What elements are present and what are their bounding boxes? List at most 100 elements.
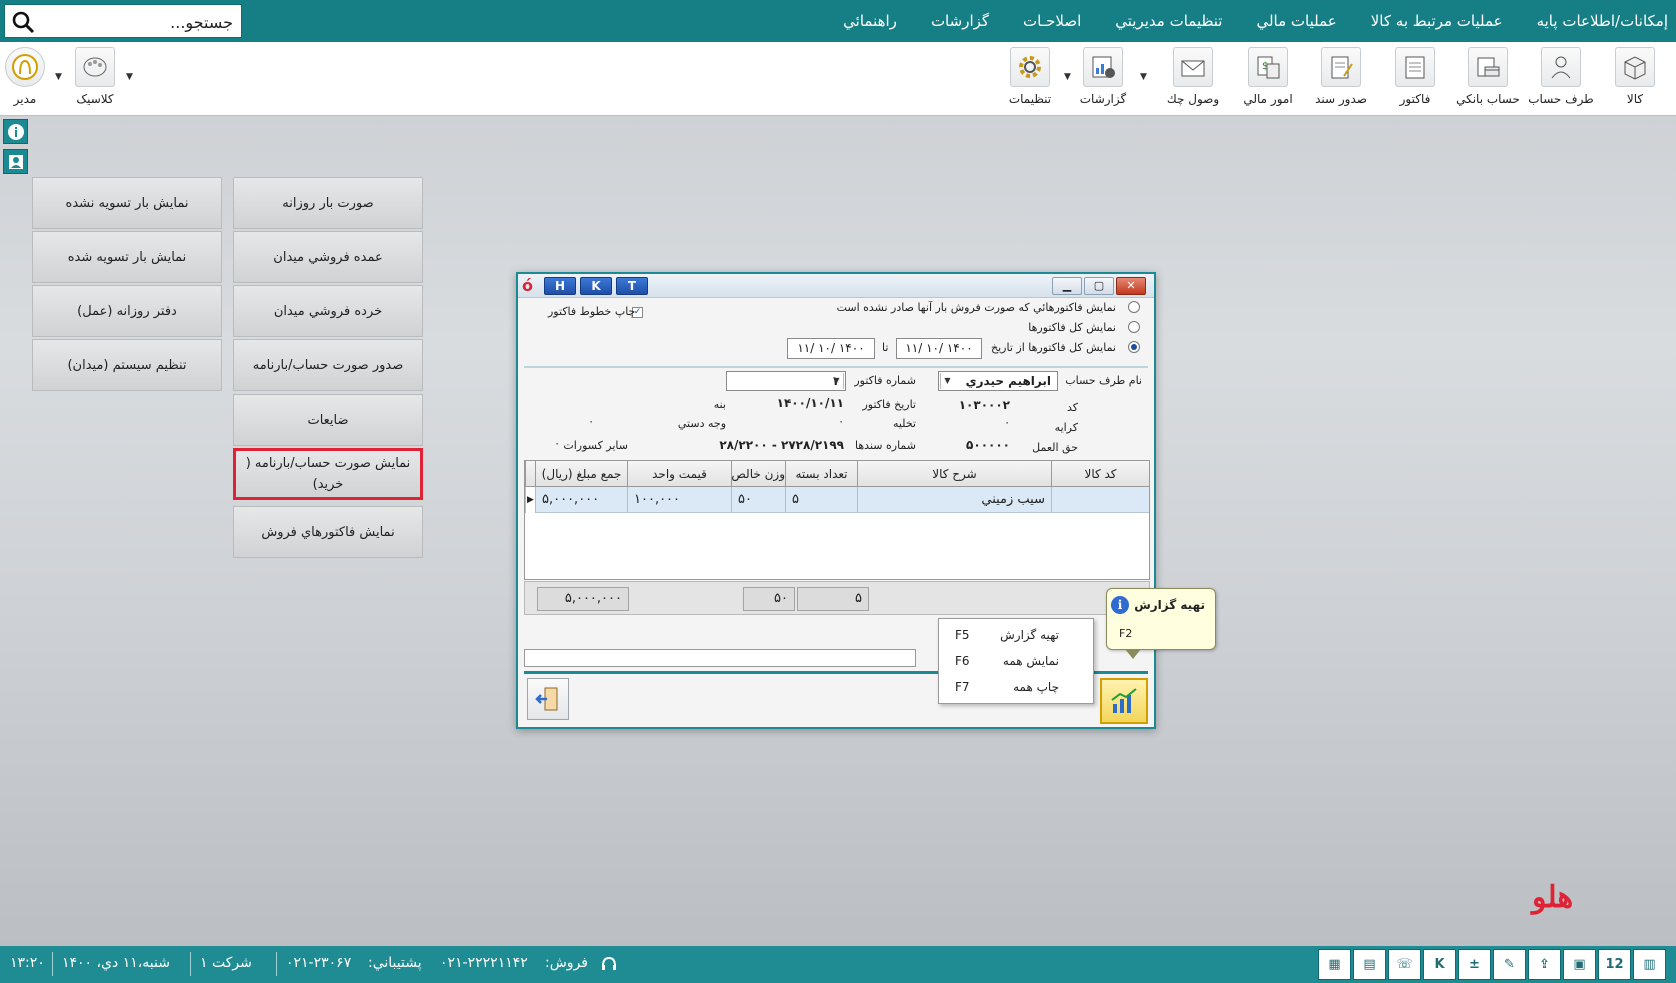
search-placeholder[interactable]: جستجو... [170,13,233,32]
maximize-icon[interactable]: ▢ [1084,277,1114,295]
toolbar-finance-button[interactable]: $ امور مالي [1235,45,1301,113]
menu-item-show-all-key: F6 [955,654,970,668]
t-button[interactable]: T [616,277,648,295]
chevron-down-icon[interactable]: ▼ [830,373,844,389]
toolbar-user-button[interactable]: مدير [0,45,58,113]
row-unit-price[interactable]: ۱۰۰,۰۰۰ [627,487,731,513]
search-box[interactable]: جستجو... [4,4,242,38]
header-package-count[interactable]: تعداد بسته [785,461,857,487]
toolbar-issue-document-button[interactable]: صدور سند [1308,45,1374,113]
menu-management-settings[interactable]: تنظيمات مديريتي [1115,12,1222,30]
toolbar-reports-button[interactable]: گزارشات [1070,45,1136,113]
account-name-value: ابراهيم حيدري [965,374,1051,388]
toolbar-account-button[interactable]: طرف حساب [1528,45,1594,113]
menu-item-print-all-label: چاپ همه [1013,680,1059,694]
header-net-weight[interactable]: وزن خالص [731,461,785,487]
support-agent-icon[interactable] [3,149,28,174]
date-to-field[interactable]: ۱۴۰۰ /۱۰ /۱۱ [787,338,875,359]
toolbar-goods-button[interactable]: کالا [1602,45,1668,113]
search-icon[interactable] [11,10,35,34]
status-company: شركت ۱ [200,955,252,971]
toolbar-theme-button[interactable]: كلاسيک [62,45,128,113]
phone-icon[interactable]: ☏ [1388,949,1421,980]
toolbar-cheque-button[interactable]: وصول چك [1160,45,1226,113]
calendar-day-icon[interactable]: 12 [1598,949,1631,980]
toolbar-settings-button[interactable]: تنظيمات [997,45,1063,113]
note-icon[interactable]: ✎ [1493,949,1526,980]
chevron-down-icon[interactable]: ▼ [940,373,954,389]
toolbar-invoice-button[interactable]: فاکتور [1382,45,1448,113]
wholesale-field-button[interactable]: عمده فروشي ميدان [233,231,423,283]
option-all-invoices-radio[interactable] [1128,321,1140,333]
show-settled-cargo-button[interactable]: نمايش بار تسويه شده [32,231,222,283]
calculator-icon[interactable]: ▦ [1318,949,1351,980]
show-unsettled-cargo-button[interactable]: نمايش بار تسويه نشده [32,177,222,229]
k-shortcut-icon[interactable]: K [1423,949,1456,980]
palette-icon [75,47,115,87]
issue-invoice-waybill-button[interactable]: صدور صورت حساب/بارنامه [233,339,423,391]
row-net-weight[interactable]: ۵۰ [731,487,785,513]
close-icon[interactable]: ✕ [1116,277,1146,295]
table-row[interactable]: ▶ ۵,۰۰۰,۰۰۰ ۱۰۰,۰۰۰ ۵۰ ۵ سيب زميني [525,487,1149,513]
share-icon[interactable]: ⇪ [1528,949,1561,980]
show-sales-invoices-button[interactable]: نمايش فاكتورهاي فروش [233,506,423,558]
menu-financial-ops[interactable]: عمليات مالي [1256,12,1336,30]
header-description[interactable]: شرح كالا [857,461,1051,487]
date-from-field[interactable]: ۱۴۰۰ /۱۰ /۱۱ [896,338,982,359]
other-deductions-value: ۰ [554,437,560,450]
waste-button[interactable]: ضايعات [233,394,423,446]
daily-cargo-button[interactable]: صورت بار روزانه [233,177,423,229]
menu-item-show-all[interactable]: نمايش همه F6 [939,648,1093,674]
toolbar-account-label: طرف حساب [1528,92,1594,106]
app-logo-icon: ó [522,276,533,295]
grid-indicator-col [525,461,535,487]
unload-label: تخليه [892,417,916,430]
reports-dropdown-arrow-icon[interactable]: ▼ [1140,72,1147,82]
invoice-number-label: شماره فاكتور [854,374,916,387]
system-settings-field-button[interactable]: تنظيم سيستم (ميدان) [32,339,222,391]
menu-item-prepare-report[interactable]: تهيه گزارش F5 [939,622,1093,648]
bonne-label: بنه [713,398,726,411]
info-icon[interactable] [3,119,28,144]
tooltip-title: تهيه گزارش [1134,598,1205,612]
header-code[interactable]: كد كالا [1051,461,1149,487]
minimize-icon[interactable]: ▁ [1052,277,1082,295]
unload-value: ۰ [838,415,844,428]
row-code[interactable] [1051,487,1149,513]
header-unit-price[interactable]: قيمت واحد [627,461,731,487]
menu-goods-ops[interactable]: عمليات مرتبط به کالا [1371,12,1503,30]
menu-basic-info[interactable]: إمکانات/اطلاعات پايه [1537,12,1668,30]
account-name-combo[interactable]: ابراهيم حيدري ▼ [938,371,1058,391]
header-total[interactable]: جمع مبلغ (ريال) [535,461,627,487]
settings-dropdown-arrow-icon[interactable]: ▼ [1064,72,1071,82]
rent-value: ۰ [1004,416,1010,429]
menu-help[interactable]: راهنمائي [843,12,897,30]
status-divider [190,952,191,976]
gallery-icon[interactable]: ▣ [1563,949,1596,980]
menu-item-prepare-report-key: F5 [955,628,970,642]
report-tooltip: تهيه گزارش i F2 [1106,588,1216,659]
retail-field-button[interactable]: خرده فروشي ميدان [233,285,423,337]
row-total[interactable]: ۵,۰۰۰,۰۰۰ [535,487,627,513]
menu-reports[interactable]: گزارشات [931,12,989,30]
option-from-date-radio[interactable] [1128,341,1140,353]
show-purchase-waybill-button[interactable]: نمايش صورت حساب/بارنامه ( خريد) [233,448,423,500]
toolbar-bank-account-button[interactable]: حساب بانکي [1455,45,1521,113]
calendar-month-icon[interactable]: ▥ [1633,949,1666,980]
calendar-grid-icon[interactable]: ▤ [1353,949,1386,980]
row-description[interactable]: سيب زميني [857,487,1051,513]
notes-field[interactable] [524,649,916,667]
menu-corrections[interactable]: اصلاحـات [1023,12,1081,30]
invoice-icon [1395,47,1435,87]
invoice-number-combo[interactable]: ۱ ▼ [726,371,846,391]
menu-item-print-all[interactable]: چاپ همه F7 [939,674,1093,700]
option-not-issued-radio[interactable] [1128,301,1140,313]
option-from-date-label: نمايش كل فاكتورها از تاريخ [991,341,1116,354]
exit-button[interactable] [527,678,569,720]
h-button[interactable]: H [544,277,576,295]
report-button[interactable] [1100,678,1148,724]
plus-minus-icon[interactable]: ± [1458,949,1491,980]
daily-journal-button[interactable]: دفتر روزانه (عمل) [32,285,222,337]
row-package-count[interactable]: ۵ [785,487,857,513]
k-button[interactable]: K [580,277,612,295]
